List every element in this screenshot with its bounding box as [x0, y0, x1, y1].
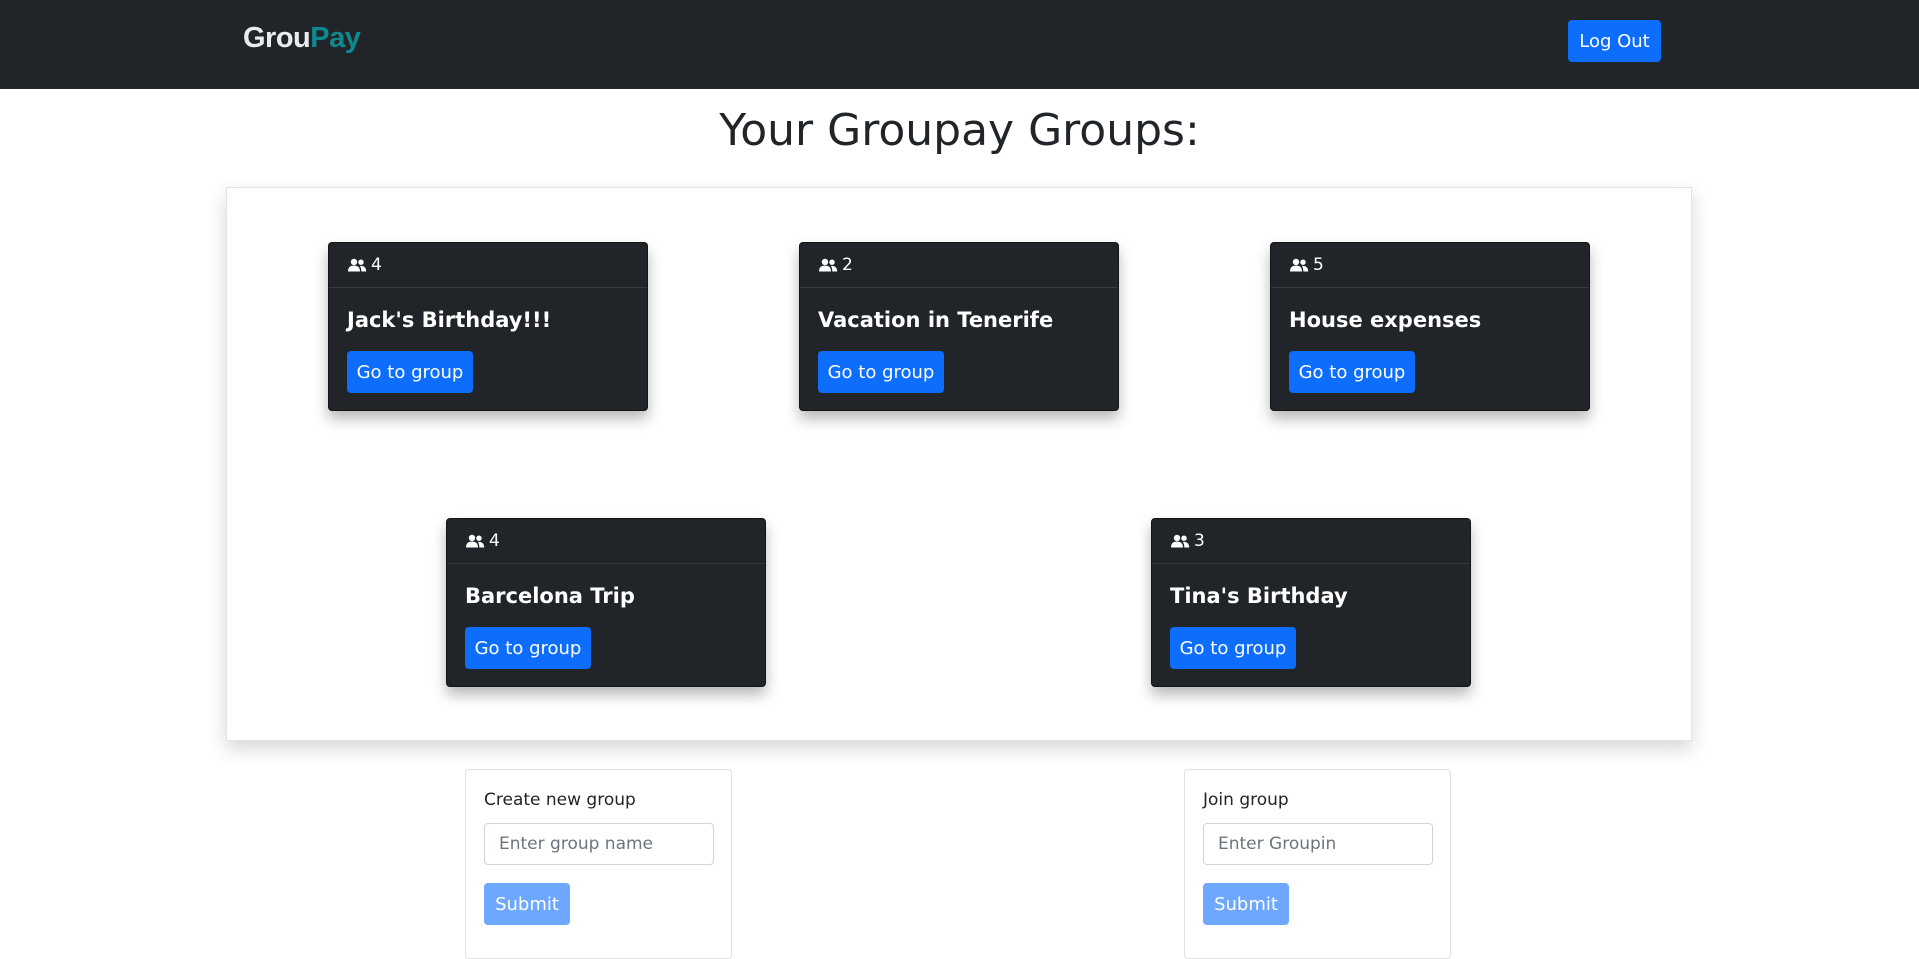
- group-card: 4 Jack's Birthday!!! Go to group: [328, 242, 648, 411]
- member-count: 4: [371, 255, 382, 275]
- people-icon: [819, 258, 838, 272]
- member-count: 5: [1313, 255, 1324, 275]
- group-card: 3 Tina's Birthday Go to group: [1151, 518, 1471, 687]
- brand-logo[interactable]: GrouPay: [243, 22, 361, 55]
- group-card: 2 Vacation in Tenerife Go to group: [799, 242, 1119, 411]
- people-icon: [348, 258, 367, 272]
- group-name: Barcelona Trip: [465, 584, 635, 608]
- group-code-input[interactable]: [1203, 823, 1433, 865]
- groups-panel: 4 Jack's Birthday!!! Go to group 2 Vacat…: [226, 187, 1692, 741]
- go-to-group-button[interactable]: Go to group: [818, 351, 944, 393]
- page-title: Your Groupay Groups:: [719, 105, 1200, 156]
- group-name: Vacation in Tenerife: [818, 308, 1054, 332]
- group-card-header: 4: [447, 519, 765, 564]
- group-card-header: 5: [1271, 243, 1589, 288]
- create-group-card: Create new group Submit: [465, 769, 732, 959]
- group-name: House expenses: [1289, 308, 1482, 332]
- go-to-group-button[interactable]: Go to group: [465, 627, 591, 669]
- group-card-header: 2: [800, 243, 1118, 288]
- go-to-group-button[interactable]: Go to group: [1289, 351, 1415, 393]
- top-navbar: GrouPay Log Out: [0, 0, 1919, 89]
- go-to-group-button[interactable]: Go to group: [1170, 627, 1296, 669]
- join-group-submit-button[interactable]: Submit: [1203, 883, 1289, 925]
- group-card: 5 House expenses Go to group: [1270, 242, 1590, 411]
- people-icon: [1290, 258, 1309, 272]
- join-group-label: Join group: [1203, 790, 1289, 810]
- join-group-card: Join group Submit: [1184, 769, 1451, 959]
- group-name: Jack's Birthday!!!: [347, 308, 552, 332]
- brand-logo-part2: Pay: [310, 22, 361, 54]
- logout-button[interactable]: Log Out: [1568, 20, 1661, 62]
- member-count: 3: [1194, 531, 1205, 551]
- create-group-submit-button[interactable]: Submit: [484, 883, 570, 925]
- people-icon: [466, 534, 485, 548]
- member-count: 4: [489, 531, 500, 551]
- group-card: 4 Barcelona Trip Go to group: [446, 518, 766, 687]
- group-card-header: 4: [329, 243, 647, 288]
- create-group-label: Create new group: [484, 790, 636, 810]
- group-name: Tina's Birthday: [1170, 584, 1348, 608]
- brand-logo-part1: Grou: [243, 22, 311, 54]
- people-icon: [1171, 534, 1190, 548]
- group-name-input[interactable]: [484, 823, 714, 865]
- member-count: 2: [842, 255, 853, 275]
- go-to-group-button[interactable]: Go to group: [347, 351, 473, 393]
- group-card-header: 3: [1152, 519, 1470, 564]
